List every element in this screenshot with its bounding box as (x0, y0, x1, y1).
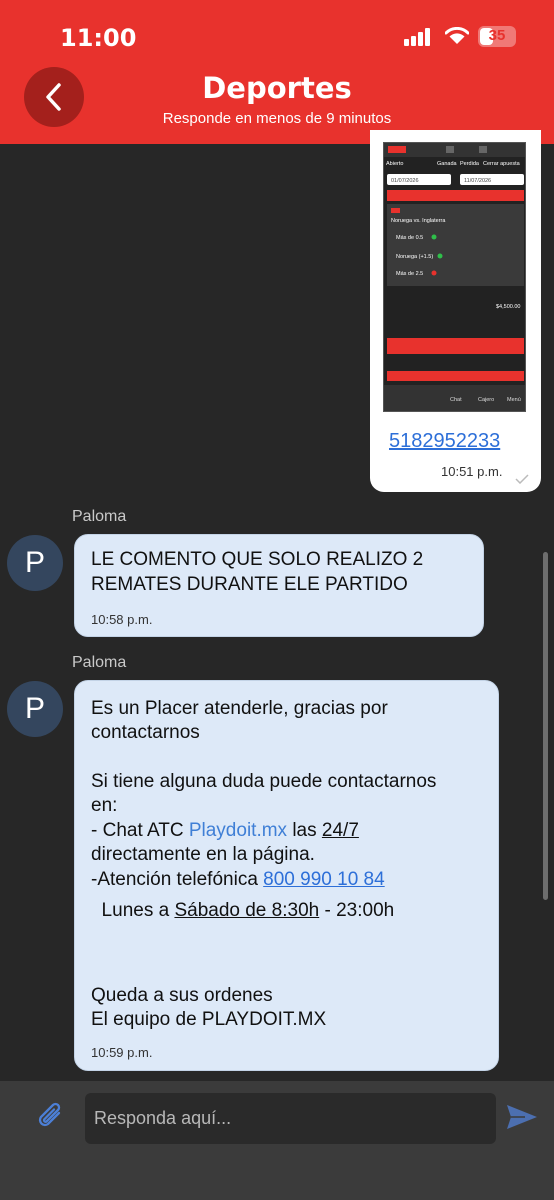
message-line: -Atención telefónica 800 990 10 84 (91, 869, 385, 890)
attachment-tab-1: Abierto (386, 161, 403, 167)
paperclip-icon[interactable] (36, 1101, 66, 1133)
attachment-nav-2: Cajero (478, 397, 494, 403)
attachment-tab-3: Perdida (460, 161, 480, 167)
chat-header: 11:00 35 Deportes Responde en menos de 9… (0, 0, 554, 144)
phone-number-link[interactable]: 800 990 10 84 (263, 869, 385, 890)
message-time: 10:59 p.m. (91, 1045, 153, 1060)
attachment-tab-2: Ganada (437, 161, 458, 167)
attachment-date-from: 01/07/2026 (391, 178, 419, 184)
message-time: 10:58 p.m. (91, 612, 153, 627)
attachment-line-3: Más de 2.5 (396, 271, 423, 277)
message-line: - Chat ATC Playdoit.mx las 24/7 (91, 820, 359, 841)
attachment-image[interactable]: Abierto Ganada Perdida Cerrar apuesta 01… (383, 142, 526, 412)
chat-subtitle: Responde en menos de 9 minutos (162, 110, 392, 127)
send-icon[interactable] (505, 1103, 539, 1131)
chat-title: Deportes (202, 71, 352, 105)
message-line: Queda a sus ordenes (91, 985, 273, 1006)
message-line: directamente en la página. (91, 844, 315, 865)
message-line: contactarnos (91, 722, 200, 743)
message-line: Si tiene alguna duda puede contactarnos (91, 771, 437, 792)
status-bar: 11:00 35 (0, 22, 554, 52)
hours-text: 24/7 (321, 820, 359, 841)
avatar: P (7, 681, 63, 737)
wifi-icon (445, 27, 469, 44)
attachment-match: Noruega vs. Inglaterra (391, 218, 446, 224)
message-line: Es un Placer atenderle, gracias por (91, 698, 388, 719)
status-time: 11:00 (60, 24, 137, 52)
sent-message-time: 10:51 p.m. (441, 464, 503, 479)
phone-link[interactable]: 5182952233 (389, 430, 500, 453)
message-text: LE COMENTO QUE SOLO REALIZO 2 REMATES DU… (91, 549, 424, 595)
attachment-tab-4: Cerrar apuesta (483, 161, 521, 167)
sender-name: Paloma (72, 508, 127, 525)
received-message-bubble: LE COMENTO QUE SOLO REALIZO 2 REMATES DU… (74, 534, 484, 637)
attachment-nav-3: Menú (507, 397, 521, 403)
attachment-date-to: 11/07/2026 (464, 178, 491, 184)
message-line: Lunes a Sábado de 8:30h - 23:00h (91, 900, 395, 921)
message-line: en: (91, 795, 118, 816)
received-message-bubble: Es un Placer atenderle, gracias por cont… (74, 680, 499, 1071)
message-line: El equipo de PLAYDOIT.MX (91, 1009, 327, 1030)
schedule-text: Sábado de 8:30h (174, 900, 320, 921)
battery-level: 35 (488, 27, 506, 44)
attachment-nav-1: Chat (450, 397, 462, 403)
attachment-line-1: Más de 0.5 (396, 235, 423, 241)
attachment-amount: $4,500.00 (496, 304, 520, 310)
attachment-line-2: Noruega (+1.5) (396, 254, 433, 260)
message-input[interactable] (85, 1093, 496, 1144)
signal-icon (404, 28, 432, 46)
sender-name: Paloma (72, 654, 127, 671)
avatar: P (7, 535, 63, 591)
scrollbar[interactable] (543, 552, 548, 900)
battery-icon: 35 (478, 26, 516, 47)
website-link[interactable]: Playdoit.mx (189, 820, 287, 841)
checkmark-icon (515, 474, 529, 484)
